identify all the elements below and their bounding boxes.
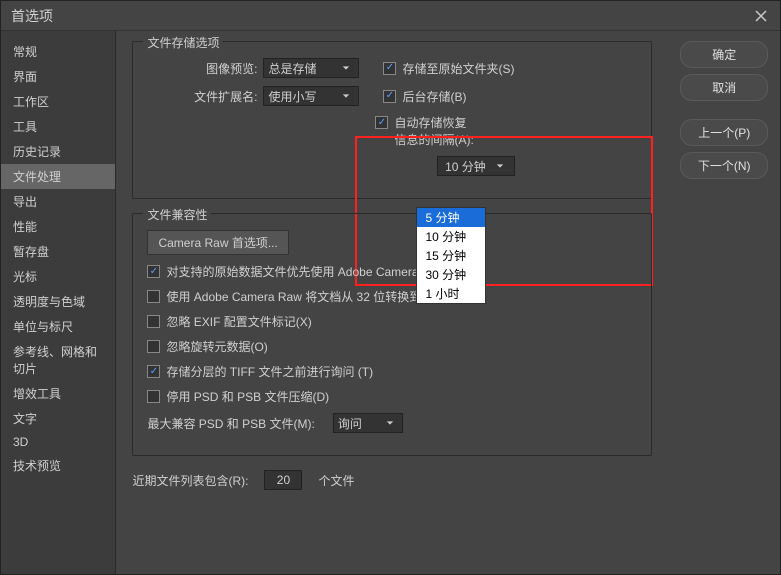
chevron-down-icon [382, 416, 398, 430]
cancel-button[interactable]: 取消 [680, 74, 768, 101]
bg-save-checkbox[interactable] [383, 90, 396, 103]
sidebar-item-8[interactable]: 暂存盘 [1, 239, 115, 264]
ignore-rotation-checkbox[interactable] [147, 340, 160, 353]
sidebar-item-0[interactable]: 常规 [1, 39, 115, 64]
ignore-rotation-label: 忽略旋转元数据(O) [166, 338, 267, 355]
next-button[interactable]: 下一个(N) [680, 152, 768, 179]
sidebar-item-12[interactable]: 参考线、网格和切片 [1, 339, 115, 381]
ext-label: 文件扩展名: [147, 88, 257, 105]
interval-option[interactable]: 5 分钟 [417, 208, 485, 227]
sidebar-item-11[interactable]: 单位与标尺 [1, 314, 115, 339]
autorecover-label: 自动存储恢复 信息的间隔(A): [394, 114, 473, 148]
recent-label: 近期文件列表包含(R): [132, 472, 248, 489]
preview-label: 图像预览: [147, 60, 257, 77]
sidebar-item-14[interactable]: 文字 [1, 406, 115, 431]
autorecover-checkbox[interactable] [375, 116, 388, 129]
sidebar-item-7[interactable]: 性能 [1, 214, 115, 239]
compat-legend: 文件兼容性 [143, 206, 211, 223]
chevron-down-icon [492, 159, 508, 173]
interval-option[interactable]: 1 小时 [417, 284, 485, 303]
recent-input[interactable] [264, 470, 302, 490]
convert-bits-checkbox[interactable] [147, 290, 160, 303]
storage-legend: 文件存储选项 [143, 34, 223, 51]
close-button[interactable] [752, 7, 770, 25]
prefer-acr-checkbox[interactable] [147, 265, 160, 278]
sidebar-item-16[interactable]: 技术预览 [1, 453, 115, 478]
sidebar-item-6[interactable]: 导出 [1, 189, 115, 214]
interval-select[interactable]: 10 分钟 [437, 156, 515, 176]
max-compat-label: 最大兼容 PSD 和 PSB 文件(M): [147, 415, 314, 432]
ext-value: 使用小写 [268, 88, 316, 105]
prev-button[interactable]: 上一个(P) [680, 119, 768, 146]
sidebar-item-2[interactable]: 工作区 [1, 89, 115, 114]
interval-option[interactable]: 30 分钟 [417, 265, 485, 284]
interval-option[interactable]: 15 分钟 [417, 246, 485, 265]
sidebar-item-13[interactable]: 增效工具 [1, 381, 115, 406]
save-original-checkbox[interactable] [383, 62, 396, 75]
ignore-exif-label: 忽略 EXIF 配置文件标记(X) [166, 313, 311, 330]
disable-compress-checkbox[interactable] [147, 390, 160, 403]
ask-tiff-label: 存储分层的 TIFF 文件之前进行询问 (T) [166, 363, 373, 380]
interval-value: 10 分钟 [445, 158, 486, 175]
chevron-down-icon [338, 61, 354, 75]
sidebar-item-15[interactable]: 3D [1, 431, 115, 453]
window-title: 首选项 [11, 6, 53, 26]
sidebar-item-4[interactable]: 历史记录 [1, 139, 115, 164]
preview-value: 总是存储 [268, 60, 316, 77]
disable-compress-label: 停用 PSD 和 PSB 文件压缩(D) [166, 388, 329, 405]
interval-option[interactable]: 10 分钟 [417, 227, 485, 246]
ext-select[interactable]: 使用小写 [263, 86, 359, 106]
sidebar-item-3[interactable]: 工具 [1, 114, 115, 139]
chevron-down-icon [338, 89, 354, 103]
preview-select[interactable]: 总是存储 [263, 58, 359, 78]
close-icon [755, 10, 767, 22]
max-compat-select[interactable]: 询问 [333, 413, 403, 433]
ok-button[interactable]: 确定 [680, 41, 768, 68]
sidebar-item-1[interactable]: 界面 [1, 64, 115, 89]
ignore-exif-checkbox[interactable] [147, 315, 160, 328]
bg-save-label: 后台存储(B) [402, 88, 466, 105]
sidebar-item-5[interactable]: 文件处理 [1, 164, 115, 189]
sidebar-item-10[interactable]: 透明度与色域 [1, 289, 115, 314]
max-compat-value: 询问 [338, 415, 362, 432]
sidebar-item-9[interactable]: 光标 [1, 264, 115, 289]
ask-tiff-checkbox[interactable] [147, 365, 160, 378]
camera-raw-button[interactable]: Camera Raw 首选项... [147, 230, 288, 255]
interval-dropdown[interactable]: 5 分钟10 分钟15 分钟30 分钟1 小时 [416, 207, 486, 304]
recent-suffix: 个文件 [318, 472, 354, 489]
save-original-label: 存储至原始文件夹(S) [402, 60, 514, 77]
